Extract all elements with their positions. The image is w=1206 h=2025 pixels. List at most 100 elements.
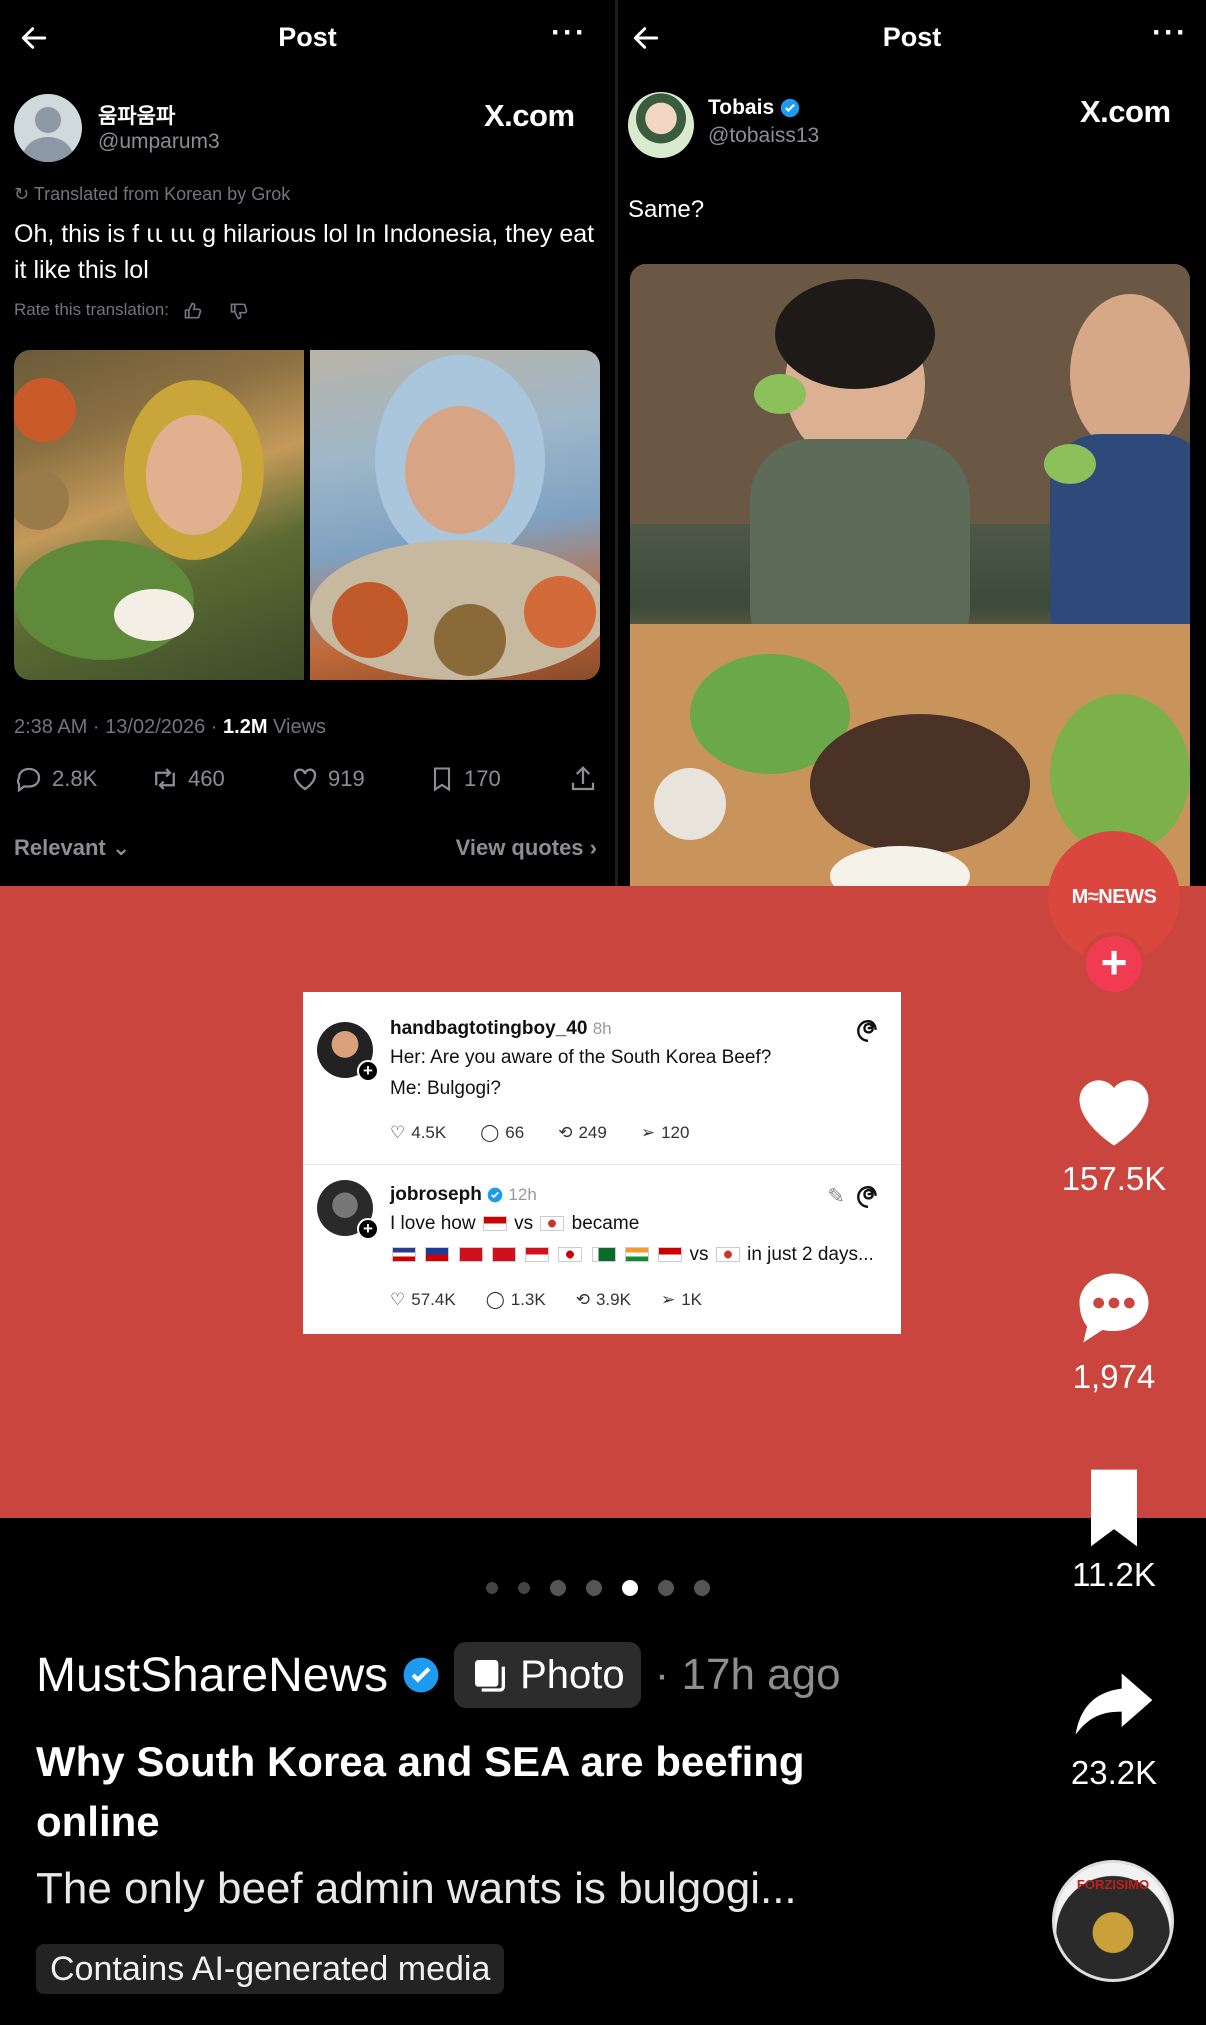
avatar[interactable] (14, 94, 82, 162)
photo-stack-icon (475, 1660, 506, 1692)
rate-translation: Rate this translation: (14, 300, 250, 321)
share-icon (571, 766, 595, 791)
send-icon: ➢ (660, 1290, 676, 1309)
heart-icon: ♡ (390, 1123, 406, 1142)
carousel-dot[interactable] (518, 1582, 530, 1594)
source-watermark: X.com (484, 98, 575, 133)
more-icon[interactable]: ··· (1152, 16, 1188, 50)
heart-icon: ♡ (390, 1290, 406, 1309)
sort-dropdown[interactable]: Relevant ⌄ (14, 835, 130, 861)
thread-repost: ⟲ 3.9K (575, 1290, 631, 1309)
user-name[interactable]: Tobais (708, 96, 800, 120)
more-icon[interactable]: ··· (551, 16, 587, 50)
follow-plus-icon: + (357, 1060, 379, 1082)
bookmark-icon[interactable] (1068, 1462, 1160, 1554)
author-name[interactable]: MustShareNews (36, 1648, 388, 1703)
comment-count: 1,974 (1072, 1358, 1156, 1395)
bookmark-icon (433, 767, 451, 792)
left-post: Post ··· 움파움파 @umparum3 X.com ↻ Translat… (0, 0, 615, 886)
like-button[interactable]: 919 (290, 764, 365, 794)
flag-india-icon (624, 1247, 649, 1263)
chevron-right-icon: › (589, 835, 597, 860)
post-photo-left[interactable] (14, 350, 304, 680)
flag-china-icon (491, 1247, 516, 1263)
post-photo[interactable] (630, 264, 1190, 886)
thread-share: ➢ 1K (660, 1290, 702, 1309)
flag-malaysia-icon (482, 1216, 507, 1232)
comment-icon: ◯ (485, 1290, 505, 1309)
carousel-dot[interactable] (486, 1582, 498, 1594)
share-arrow-icon[interactable] (1068, 1658, 1160, 1750)
repost-icon: ⟲ (575, 1290, 590, 1309)
user-name[interactable]: 움파움파 (98, 100, 175, 130)
thumbs-up-icon[interactable] (182, 301, 204, 321)
post-screenshots: Post ··· 움파움파 @umparum3 X.com ↻ Translat… (0, 0, 1206, 886)
send-icon: ➢ (640, 1123, 656, 1142)
page-title: Post (278, 22, 337, 52)
repost-icon (155, 768, 175, 790)
page-title: Post (882, 22, 942, 52)
flag-vietnam-icon (458, 1247, 483, 1263)
thread-actions: ♡ 57.4K ◯ 1.3K ⟲ 3.9K ➢ 1K (390, 1290, 702, 1310)
ai-generated-label[interactable]: Contains AI-generated media (36, 1944, 505, 1994)
share-count: 23.2K (1070, 1754, 1158, 1791)
avatar[interactable] (628, 92, 694, 158)
verified-badge-icon (780, 99, 800, 118)
thread-author: jobroseph 12h (390, 1184, 537, 1205)
thread-repost: ⟲ 249 (558, 1123, 607, 1142)
comment-icon[interactable] (1068, 1262, 1160, 1354)
flag-philippines-icon (425, 1247, 450, 1263)
user-handle[interactable]: @tobaiss13 (708, 124, 819, 148)
share-button[interactable] (568, 764, 598, 794)
user-handle[interactable]: @umparum3 (98, 130, 220, 154)
threads-logo-icon (857, 1020, 877, 1042)
source-watermark: X.com (1080, 94, 1171, 129)
view-quotes-link[interactable]: View quotes › (456, 835, 597, 861)
thread-share: ➢ 120 (640, 1123, 690, 1142)
music-disc[interactable]: FORZISIMO (1052, 1860, 1174, 1982)
carousel-indicator (486, 1580, 710, 1596)
post-header: Post ··· (618, 0, 1206, 76)
carousel-dot-active[interactable] (622, 1580, 638, 1596)
thread-text: I love how vs became vs in just 2 days..… (390, 1213, 874, 1265)
author-line: MustShareNews Photo · 17h ago (36, 1640, 841, 1710)
flag-thailand-icon (392, 1247, 416, 1263)
flag-korea-icon (540, 1216, 565, 1232)
save-count: 11.2K (1072, 1556, 1156, 1593)
carousel-dot[interactable] (586, 1580, 602, 1596)
threads-logo-icon (857, 1186, 877, 1208)
comment-icon: ◯ (480, 1123, 500, 1142)
repost-icon: ⟲ (558, 1123, 573, 1142)
flag-pakistan-icon (591, 1247, 616, 1263)
follow-plus-icon: + (357, 1218, 379, 1240)
thread-like: ♡ 4.5K (390, 1123, 447, 1142)
post-description[interactable]: The only beef admin wants is bulgogi... (36, 1864, 797, 1914)
heart-outline-icon (293, 768, 317, 791)
translation-note: ↻ Translated from Korean by Grok (14, 184, 291, 204)
post-actions: 2.8K 460 919 170 (14, 764, 604, 804)
flag-japan-icon (558, 1247, 583, 1263)
carousel-dot[interactable] (694, 1580, 710, 1596)
carousel-dot[interactable] (550, 1580, 566, 1596)
thread-author: handbagtotingboy_40 8h (390, 1018, 612, 1039)
reply-button[interactable]: 2.8K (14, 764, 97, 794)
like-count: 157.5K (1061, 1160, 1167, 1197)
post-meta: 2:38 AM · 13/02/2026 · 1.2M Views (14, 716, 327, 738)
right-post: Post ··· Tobais @tobaiss13 X.com Same? (618, 0, 1206, 886)
thread-like: ♡ 57.4K (390, 1290, 456, 1309)
heart-icon[interactable] (1068, 1065, 1160, 1157)
carousel-dot[interactable] (658, 1580, 674, 1596)
bookmark-button[interactable]: 170 (428, 764, 501, 794)
verified-badge-icon (487, 1187, 503, 1203)
thread-reply: ◯ 66 (480, 1123, 525, 1142)
post-text: Same? (628, 196, 705, 223)
repost-button[interactable]: 460 (150, 764, 225, 794)
post-photo-right[interactable] (310, 350, 600, 680)
thread-reply: ◯ 1.3K (485, 1290, 546, 1309)
flag-korea-icon (715, 1247, 740, 1263)
thumbs-down-icon[interactable] (228, 301, 250, 321)
thread-text: Her: Are you aware of the South Korea Be… (390, 1047, 772, 1099)
divider (303, 1164, 901, 1165)
reply-icon (16, 767, 41, 793)
follow-button[interactable]: + (1082, 932, 1146, 996)
